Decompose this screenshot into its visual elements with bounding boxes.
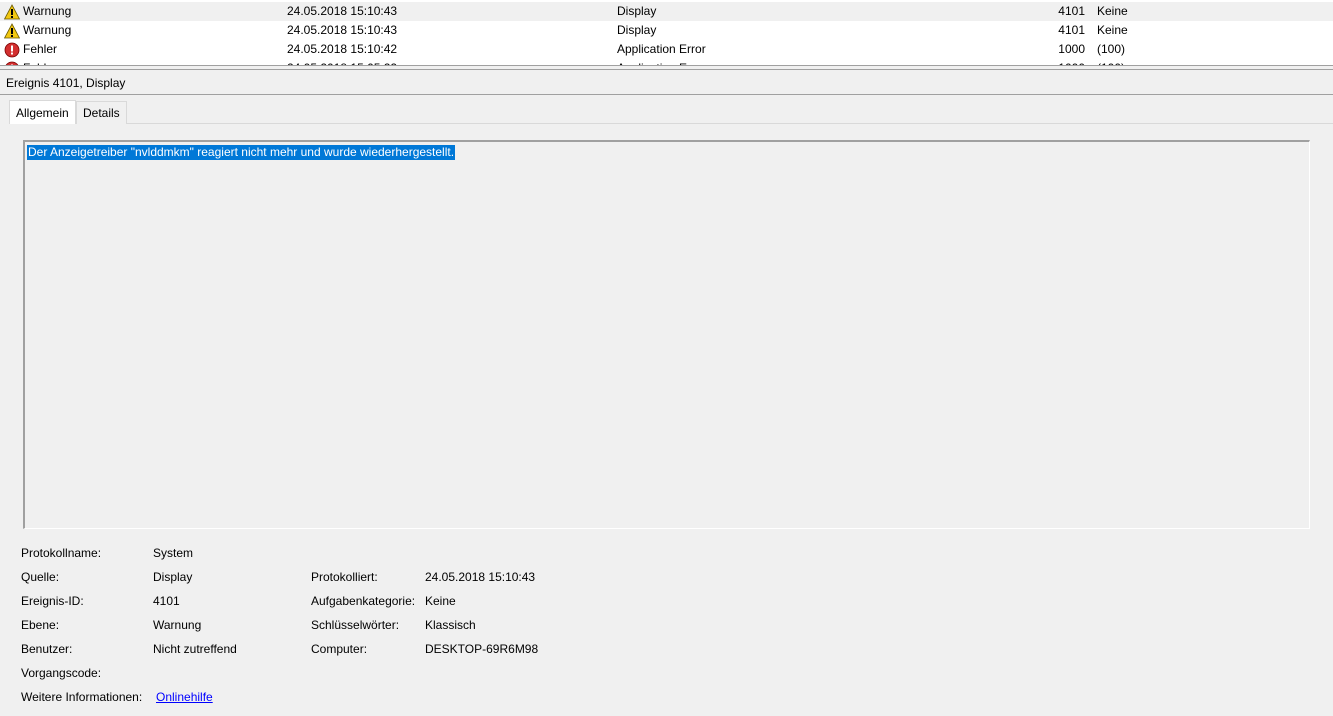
event-date: 24.05.2018 15:10:42 — [287, 42, 398, 56]
divider — [0, 94, 1333, 95]
event-source: Application Error — [617, 42, 706, 56]
event-date: 24.05.2018 15:10:43 — [287, 4, 398, 18]
warning-icon — [4, 4, 20, 20]
keywords-label: Schlüsselwörter: — [311, 618, 400, 632]
opcode-label: Vorgangscode: — [21, 666, 102, 680]
event-id: 1000 — [1000, 59, 1085, 65]
event-source: Application Error — [617, 59, 706, 65]
event-row[interactable]: Fehler 24.05.2018 15:10:42 Application Err… — [0, 40, 1333, 59]
event-date: 24.05.2018 15:05:22 — [287, 59, 397, 65]
description-box[interactable]: Der Anzeigetreiber "nvlddmkm" reagiert n… — [23, 140, 1310, 529]
more-info-label: Weitere Informationen: — [21, 690, 143, 704]
event-header: Ereignis 4101, Display — [6, 76, 126, 90]
log-name-label: Protokollname: — [21, 546, 102, 560]
event-level: Fehler — [23, 42, 58, 56]
event-level: Fehler — [23, 59, 57, 65]
event-list[interactable]: Warnung 24.05.2018 15:10:43 Display 4101 Kei… — [0, 0, 1333, 66]
event-task: (100) — [1097, 59, 1125, 65]
source-value: Display — [153, 570, 193, 584]
event-id: 1000 — [1058, 42, 1085, 56]
event-id-value: 4101 — [153, 594, 180, 608]
logged-label: Protokolliert: — [311, 570, 378, 584]
source-label: Quelle: — [21, 570, 60, 584]
computer-value: DESKTOP-69R6M98 — [425, 642, 539, 656]
user-value: Nicht zutreffend — [153, 642, 237, 656]
event-id-label: Ereignis-ID: — [21, 594, 84, 608]
event-row[interactable]: Warnung 24.05.2018 15:10:43 Display 4101 Kei… — [0, 21, 1333, 40]
log-name-value: System — [153, 546, 194, 560]
level-label: Ebene: — [21, 618, 60, 632]
event-task: (100) — [1097, 42, 1126, 56]
event-task: Keine — [1097, 4, 1128, 18]
event-row[interactable]: Fehler 24.05.2018 15:05:22 Application Err… — [0, 59, 1333, 65]
tab-details[interactable]: Details — [76, 101, 127, 124]
event-source: Display — [617, 23, 657, 37]
splitter[interactable] — [0, 69, 1333, 70]
event-task: Keine — [1097, 23, 1128, 37]
event-level: Warnung — [23, 4, 72, 18]
event-row[interactable]: Warnung 24.05.2018 15:10:43 Display 4101 Kei… — [0, 2, 1333, 21]
description-text[interactable]: Der Anzeigetreiber "nvlddmkm" reagiert n… — [27, 145, 456, 160]
task-category-label: Aufgabenkategorie: — [311, 594, 416, 608]
event-date: 24.05.2018 15:10:43 — [287, 23, 398, 37]
keywords-value: Klassisch — [425, 618, 476, 632]
event-source: Display — [617, 4, 657, 18]
online-help-link[interactable]: Onlinehilfe — [156, 690, 213, 704]
tab-allgemein[interactable]: Allgemein — [9, 100, 76, 124]
warning-icon — [4, 23, 20, 39]
logged-value: 24.05.2018 15:10:43 — [425, 570, 536, 584]
event-id: 4101 — [1058, 23, 1085, 37]
task-category-value: Keine — [425, 594, 456, 608]
user-label: Benutzer: — [21, 642, 73, 656]
error-icon — [5, 61, 19, 65]
event-id: 4101 — [1058, 4, 1085, 18]
error-icon — [4, 42, 20, 58]
level-value: Warnung — [153, 618, 202, 632]
computer-label: Computer: — [311, 642, 368, 656]
event-level: Warnung — [23, 23, 72, 37]
